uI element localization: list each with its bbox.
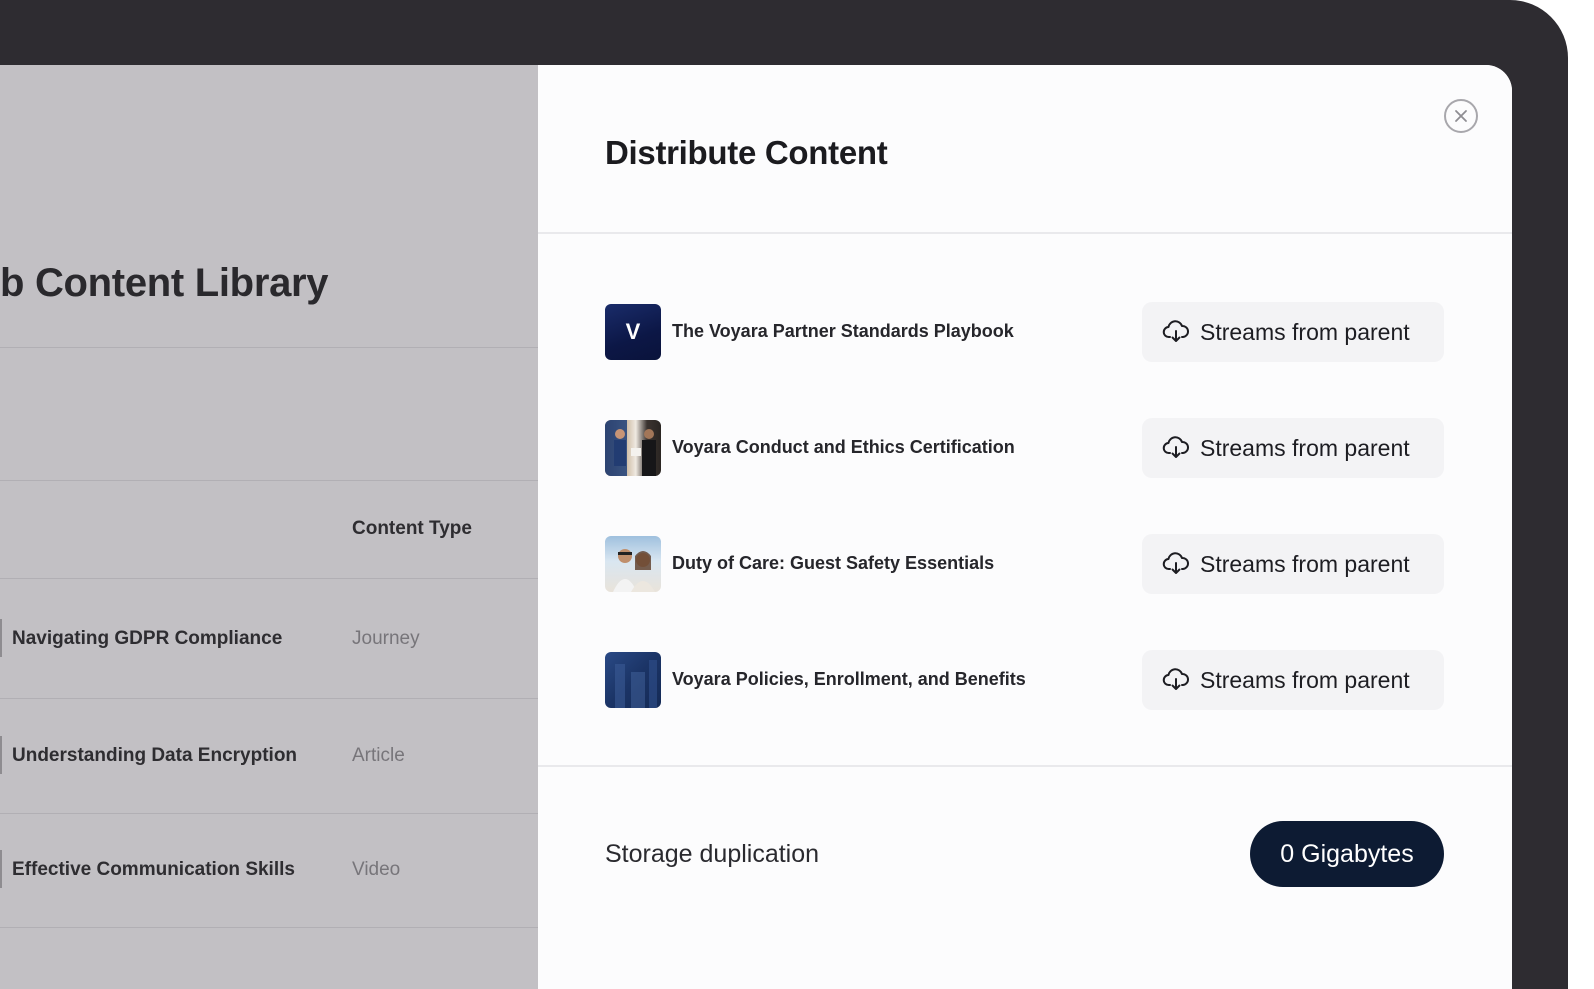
row-indicator — [0, 619, 2, 657]
column-header-content-type: Content Type — [352, 518, 472, 539]
list-item: Voyara Conduct and Ethics Certification … — [605, 418, 1444, 478]
table-row-name: Effective Communication Skills — [12, 859, 295, 880]
storage-duplication-label: Storage duplication — [605, 840, 820, 868]
device-frame: b Content Library Content Type Navigatin… — [0, 0, 1568, 989]
divider — [0, 480, 538, 481]
streams-from-parent-button[interactable]: Streams from parent — [1142, 302, 1444, 362]
background-page: b Content Library Content Type Navigatin… — [0, 65, 538, 989]
people-photo-icon — [613, 549, 655, 592]
divider — [538, 765, 1512, 767]
close-icon — [1455, 110, 1467, 122]
divider — [0, 578, 538, 579]
distribute-content-drawer: Distribute Content V The Voyara Partner … — [538, 65, 1512, 989]
streams-from-parent-button[interactable]: Streams from parent — [1142, 534, 1444, 594]
table-row-type: Video — [352, 859, 401, 880]
streams-from-parent-label: Streams from parent — [1200, 434, 1410, 461]
divider — [538, 232, 1512, 234]
page-title: b Content Library — [0, 261, 329, 305]
content-title: Voyara Policies, Enrollment, and Benefit… — [672, 669, 1026, 689]
list-item: Duty of Care: Guest Safety Essentials St… — [605, 534, 1444, 594]
cloud-download-icon — [1162, 320, 1189, 342]
content-title: Voyara Conduct and Ethics Certification — [672, 437, 1015, 457]
logo-letter: V — [625, 319, 641, 344]
drawer-title: Distribute Content — [605, 134, 888, 171]
cloud-download-icon — [1162, 436, 1189, 458]
streams-from-parent-label: Streams from parent — [1200, 550, 1410, 577]
content-thumbnail: V — [605, 304, 661, 360]
cloud-download-icon — [1162, 552, 1189, 574]
table-row-name: Navigating GDPR Compliance — [12, 628, 283, 649]
close-button[interactable] — [1444, 99, 1478, 133]
streams-from-parent-label: Streams from parent — [1200, 666, 1410, 693]
table-row-type: Article — [352, 745, 405, 766]
people-photo-icon — [605, 420, 656, 476]
row-indicator — [0, 736, 2, 774]
divider — [0, 698, 538, 699]
content-thumbnail — [605, 652, 661, 708]
content-thumbnail — [605, 536, 661, 592]
screen: b Content Library Content Type Navigatin… — [0, 65, 1512, 989]
streams-from-parent-label: Streams from parent — [1200, 318, 1410, 345]
divider — [0, 347, 538, 348]
list-item: Voyara Policies, Enrollment, and Benefit… — [605, 650, 1444, 710]
table-row-type: Journey — [352, 628, 420, 649]
content-title: The Voyara Partner Standards Playbook — [672, 321, 1014, 341]
storage-value-badge: 0 Gigabytes — [1250, 821, 1444, 887]
divider — [0, 927, 538, 928]
cloud-download-icon — [1162, 668, 1189, 690]
row-indicator — [0, 850, 2, 888]
list-item: V The Voyara Partner Standards Playbook … — [605, 302, 1444, 362]
streams-from-parent-button[interactable]: Streams from parent — [1142, 650, 1444, 710]
divider — [0, 813, 538, 814]
content-thumbnail — [605, 420, 661, 476]
table-row-name: Understanding Data Encryption — [12, 745, 298, 766]
streams-from-parent-button[interactable]: Streams from parent — [1142, 418, 1444, 478]
photo-icon — [615, 660, 657, 708]
content-title: Duty of Care: Guest Safety Essentials — [672, 553, 995, 573]
